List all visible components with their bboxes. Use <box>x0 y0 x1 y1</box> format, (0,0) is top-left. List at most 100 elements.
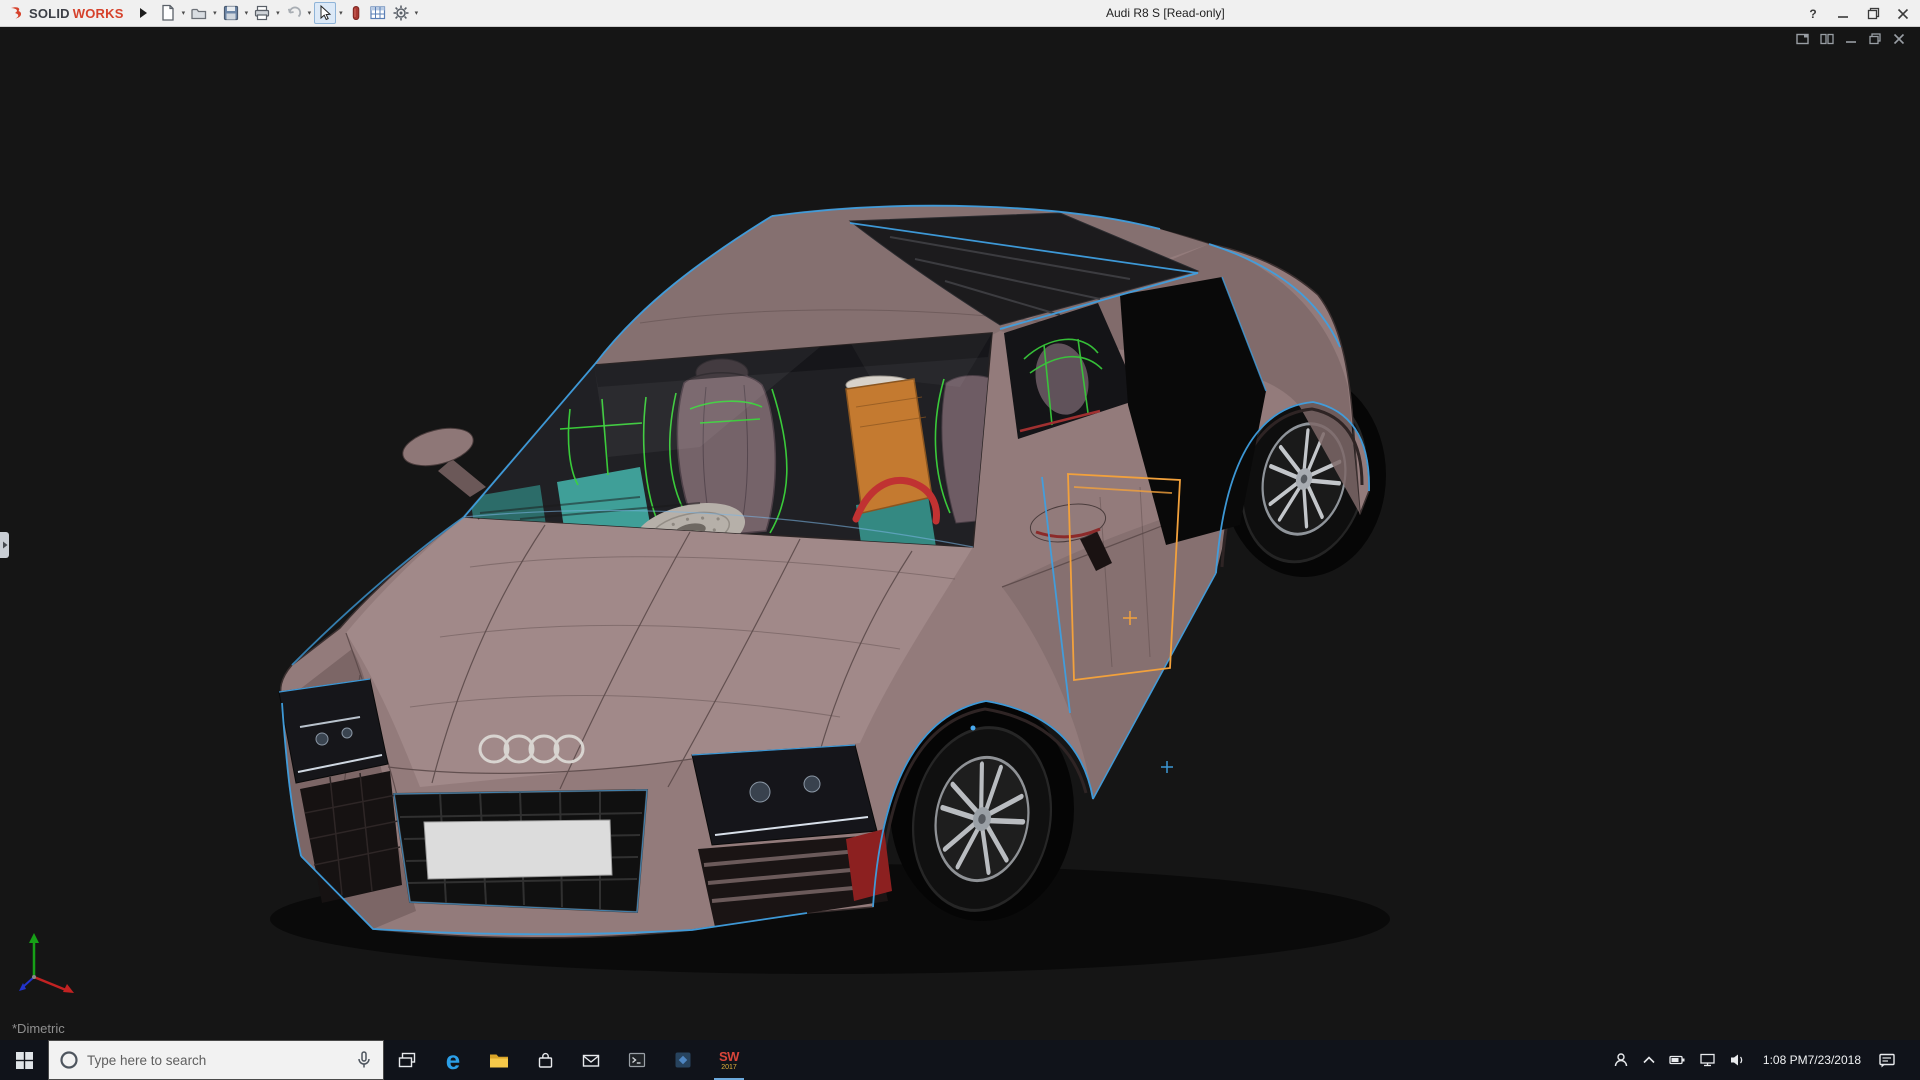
action-center-button[interactable] <box>1878 1052 1896 1069</box>
open-folder-icon <box>191 8 207 20</box>
reference-triad <box>16 931 86 1002</box>
dropdown-caret-icon[interactable]: ▾ <box>243 9 251 17</box>
undo-icon <box>287 6 301 18</box>
red-capsule-tool-button[interactable] <box>346 2 366 24</box>
doc-popout-button[interactable] <box>1796 33 1810 45</box>
restore-icon <box>1867 7 1879 20</box>
console-icon <box>628 1052 646 1068</box>
brand-works-text: WORKS <box>72 5 124 21</box>
people-tray-button[interactable] <box>1613 1052 1629 1068</box>
print-icon <box>255 5 270 21</box>
start-button[interactable] <box>0 1040 48 1080</box>
doc-minimize-button[interactable] <box>1844 33 1858 45</box>
quick-access-toolbar: ▾ ▾ ▾ ▾ ▾ ▾ ▾ <box>157 2 421 24</box>
doc-minimize-icon <box>1846 41 1856 43</box>
help-button[interactable]: ? <box>1798 0 1828 27</box>
console-button[interactable] <box>614 1040 660 1080</box>
left-headlight[interactable] <box>278 678 389 784</box>
title-bar: SOLID WORKS ▾ ▾ ▾ ▾ ▾ ▾ ▾ Audi R8 S [Rea… <box>0 0 1920 27</box>
select-tool-button[interactable] <box>314 2 337 24</box>
panel-expand-tab[interactable] <box>0 532 9 558</box>
dropdown-caret-icon[interactable]: ▾ <box>337 9 345 17</box>
doc-close-icon <box>1893 33 1905 45</box>
close-button[interactable] <box>1888 0 1918 27</box>
battery-tray-button[interactable] <box>1669 1052 1686 1068</box>
solidworks-app-icon: SW <box>719 1048 739 1064</box>
document-window-controls <box>1796 33 1906 45</box>
battery-icon <box>1669 1055 1685 1065</box>
save-icon <box>223 5 238 21</box>
system-tray: 1:08 PM 7/23/2018 <box>1607 1040 1920 1080</box>
new-document-button[interactable] <box>157 2 179 24</box>
solidworks-logo: SOLID WORKS <box>8 5 124 21</box>
solidworks-app-year: 2017 <box>721 1063 737 1071</box>
app-button[interactable] <box>660 1040 706 1080</box>
left-intake <box>300 771 402 903</box>
doc-tile-button[interactable] <box>1820 33 1834 45</box>
select-arrow-icon <box>320 4 332 21</box>
open-button[interactable] <box>188 2 210 24</box>
dropdown-caret-icon[interactable]: ▾ <box>180 9 188 17</box>
options-gear-icon <box>393 5 409 21</box>
close-icon <box>1897 8 1909 19</box>
action-center-icon <box>1879 1053 1895 1067</box>
blue-vertex-point[interactable] <box>970 725 976 731</box>
file-explorer-icon <box>490 1054 508 1067</box>
doc-close-button[interactable] <box>1892 33 1906 45</box>
solidworks-app-button[interactable]: SW 2017 <box>706 1040 752 1080</box>
hidden-icons-button[interactable] <box>1642 1054 1656 1066</box>
dassault-systemes-logo-icon <box>11 7 22 19</box>
microphone-icon[interactable] <box>357 1051 371 1069</box>
search-input[interactable] <box>87 1052 357 1068</box>
spreadsheet-icon <box>370 6 385 20</box>
save-button[interactable] <box>220 2 242 24</box>
edge-icon: e <box>445 1045 461 1075</box>
app-icon <box>675 1052 691 1068</box>
undo-button[interactable] <box>283 2 305 24</box>
dropdown-caret-icon[interactable]: ▾ <box>211 9 219 17</box>
windows-taskbar: e <box>0 1040 1920 1080</box>
chevron-up-icon <box>1643 1056 1655 1064</box>
tile-windows-icon <box>1820 33 1834 45</box>
volume-icon <box>1730 1054 1743 1066</box>
edge-browser-button[interactable]: e <box>430 1040 476 1080</box>
display-network-icon <box>1700 1053 1715 1067</box>
red-capsule-icon <box>352 6 359 20</box>
window-controls: ? <box>1798 0 1918 27</box>
people-icon <box>1614 1053 1628 1067</box>
new-document-icon <box>161 4 174 21</box>
clock-date: 7/23/2018 <box>1807 1053 1861 1067</box>
doc-restore-button[interactable] <box>1868 33 1882 45</box>
car-model-audi-r8[interactable] <box>0 27 1920 1040</box>
left-mirror[interactable] <box>399 422 486 497</box>
minimize-icon <box>1838 15 1848 18</box>
dropdown-caret-icon[interactable]: ▾ <box>413 9 421 17</box>
restore-button[interactable] <box>1858 0 1888 27</box>
network-tray-button[interactable] <box>1699 1052 1716 1068</box>
volume-tray-button[interactable] <box>1729 1052 1746 1068</box>
taskbar-clock[interactable]: 1:08 PM 7/23/2018 <box>1759 1053 1865 1067</box>
brand-solid-text: SOLID <box>29 5 70 21</box>
solidworks-window: SOLID WORKS ▾ ▾ ▾ ▾ ▾ ▾ ▾ Audi R8 S [Rea… <box>0 0 1920 1080</box>
mail-button[interactable] <box>568 1040 614 1080</box>
menu-expand-arrow-icon[interactable] <box>139 8 147 18</box>
right-headlight[interactable] <box>691 744 878 846</box>
minimize-button[interactable] <box>1828 0 1858 27</box>
viewport-3d[interactable]: *Dimetric <box>0 27 1920 1040</box>
clock-time: 1:08 PM <box>1762 1053 1808 1067</box>
front-grille[interactable] <box>392 788 649 914</box>
task-view-button[interactable] <box>384 1040 430 1080</box>
dropdown-caret-icon[interactable]: ▾ <box>306 9 314 17</box>
red-accent-panel <box>846 829 892 901</box>
taskbar-search-box[interactable] <box>48 1040 384 1080</box>
cortana-icon <box>60 1051 78 1069</box>
dropdown-caret-icon[interactable]: ▾ <box>274 9 282 17</box>
print-button[interactable] <box>251 2 273 24</box>
doc-restore-icon <box>1869 33 1881 45</box>
file-explorer-button[interactable] <box>476 1040 522 1080</box>
mail-envelope-icon <box>582 1054 600 1067</box>
windows-logo-icon <box>15 1051 33 1069</box>
options-button[interactable] <box>390 2 412 24</box>
evaluate-table-button[interactable] <box>367 2 389 24</box>
store-button[interactable] <box>522 1040 568 1080</box>
